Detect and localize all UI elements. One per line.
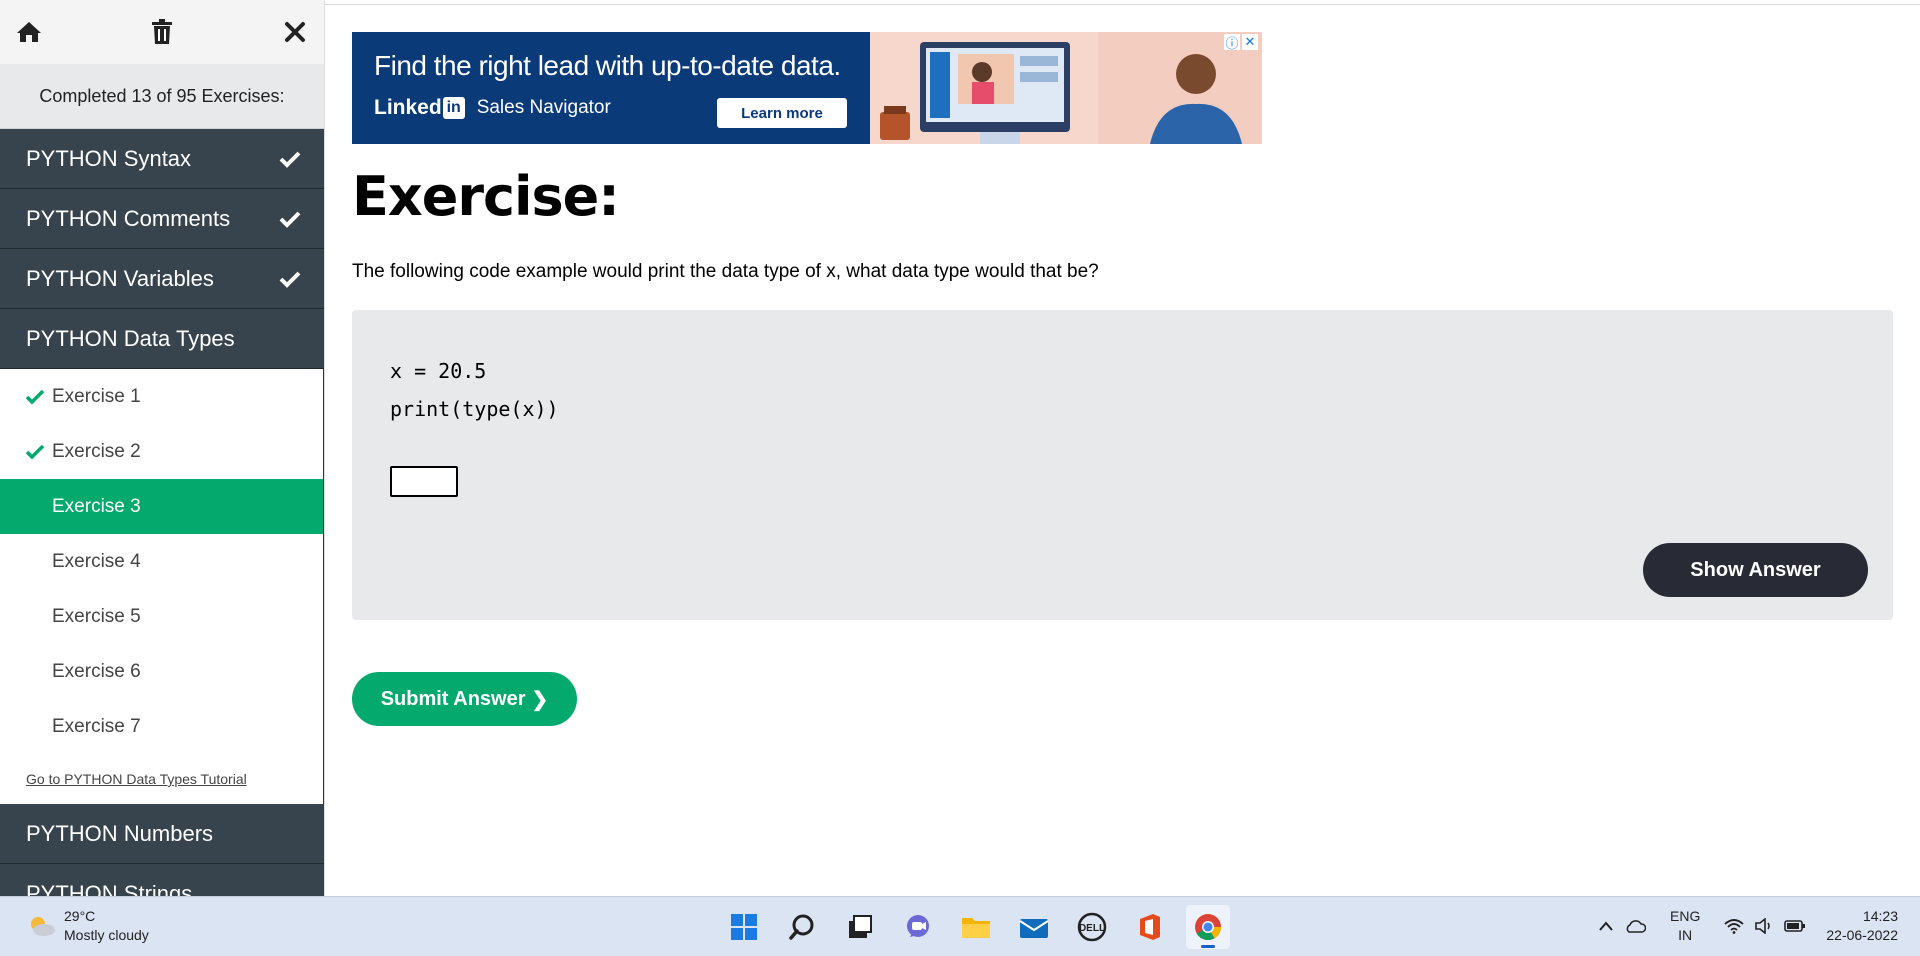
- teams-chat-icon[interactable]: [896, 905, 940, 949]
- checkmark-icon: [279, 211, 301, 228]
- exercise-item-5[interactable]: Exercise 5: [0, 589, 323, 644]
- exercise-label: Exercise 2: [52, 440, 141, 462]
- ad-controls: ⓘ ✕: [1224, 34, 1258, 51]
- section-label: PYTHON Numbers: [26, 820, 214, 846]
- ad-brand-sub: Sales Navigator: [476, 97, 611, 118]
- exercise-label: Exercise 7: [52, 715, 141, 737]
- clock-date: 22-06-2022: [1826, 927, 1898, 943]
- exercise-label: Exercise 5: [52, 605, 141, 627]
- section-label: PYTHON Variables: [26, 265, 214, 291]
- search-icon[interactable]: [780, 905, 824, 949]
- ad-learn-more-button[interactable]: Learn more: [717, 98, 847, 128]
- system-tray: ENG IN: [1598, 907, 1806, 945]
- exercise-item-6[interactable]: Exercise 6: [0, 644, 323, 699]
- exercise-item-7[interactable]: Exercise 7: [0, 699, 323, 754]
- code-example: x = 20.5 print(type(x)): [390, 352, 559, 428]
- ad-banner[interactable]: Find the right lead with up-to-date data…: [352, 32, 1262, 144]
- file-explorer-icon[interactable]: [954, 905, 998, 949]
- exercise-list: Exercise 1 Exercise 2 Exercise 3 Exercis…: [0, 369, 324, 804]
- code-line: x = 20.5: [390, 359, 487, 383]
- language-region: IN: [1678, 927, 1693, 943]
- submit-answer-button[interactable]: Submit Answer ❯: [352, 672, 577, 726]
- ad-close-icon[interactable]: ✕: [1242, 34, 1258, 50]
- partly-cloudy-icon: [31, 917, 55, 936]
- weather-temperature: 29°C: [64, 908, 96, 924]
- trash-icon[interactable]: [147, 17, 177, 47]
- chrome-icon[interactable]: [1186, 905, 1230, 949]
- task-view-icon[interactable]: [838, 905, 882, 949]
- office-icon[interactable]: [1128, 905, 1172, 949]
- chevron-right-icon: ❯: [531, 688, 549, 711]
- windows-start-icon[interactable]: [722, 905, 766, 949]
- language-code: ENG: [1670, 908, 1701, 924]
- home-icon[interactable]: [14, 17, 44, 47]
- sidebar-section-syntax[interactable]: PYTHON Syntax: [0, 129, 324, 189]
- system-clock[interactable]: 14:23 22-06-2022: [1826, 907, 1898, 945]
- code-line: print(type(x)): [390, 397, 559, 421]
- checkmark-icon: [26, 389, 46, 405]
- ad-illustration-graphic: [870, 32, 1262, 144]
- sidebar-section-comments[interactable]: PYTHON Comments: [0, 189, 324, 249]
- weather-widget[interactable]: 29°C Mostly cloudy: [26, 907, 149, 945]
- checkmark-icon: [26, 444, 46, 460]
- windows-taskbar: 29°C Mostly cloudy DELL ENG IN 14:23 22-…: [0, 896, 1920, 956]
- exercise-label: Exercise 3: [52, 495, 141, 517]
- ad-headline: Find the right lead with up-to-date data…: [374, 50, 841, 81]
- dell-icon[interactable]: DELL: [1070, 905, 1114, 949]
- volume-icon[interactable]: [1754, 918, 1774, 934]
- exercise-sidebar: Completed 13 of 95 Exercises: PYTHON Syn…: [0, 0, 325, 896]
- close-icon[interactable]: [280, 17, 310, 47]
- sidebar-section-strings[interactable]: PYTHON Strings: [0, 864, 324, 896]
- sidebar-section-data-types[interactable]: PYTHON Data Types: [0, 309, 324, 369]
- clock-time: 14:23: [1862, 908, 1898, 924]
- section-label: PYTHON Data Types: [26, 325, 235, 351]
- onedrive-cloud-icon[interactable]: [1624, 918, 1646, 934]
- sidebar-section-variables[interactable]: PYTHON Variables: [0, 249, 324, 309]
- page-title: Exercise:: [352, 165, 620, 228]
- submit-label: Submit Answer: [380, 687, 526, 710]
- top-divider: [325, 4, 1920, 5]
- section-label: PYTHON Comments: [26, 205, 231, 231]
- section-label: PYTHON Strings: [26, 880, 193, 897]
- language-indicator[interactable]: ENG IN: [1670, 907, 1700, 945]
- completion-status: Completed 13 of 95 Exercises:: [0, 64, 324, 129]
- weather-description: Mostly cloudy: [64, 927, 149, 943]
- exercise-item-3[interactable]: Exercise 3: [0, 479, 323, 534]
- sidebar-section-numbers[interactable]: PYTHON Numbers: [0, 804, 324, 864]
- sidebar-toolbar: [0, 0, 324, 64]
- exercise-label: Exercise 1: [52, 385, 141, 407]
- exercise-item-2[interactable]: Exercise 2: [0, 424, 323, 479]
- chevron-up-icon[interactable]: [1598, 920, 1614, 932]
- checkmark-icon: [279, 271, 301, 288]
- ad-text-panel: Find the right lead with up-to-date data…: [352, 32, 870, 144]
- exercise-label: Exercise 6: [52, 660, 141, 682]
- exercise-question: The following code example would print t…: [352, 261, 1099, 282]
- exercise-item-4[interactable]: Exercise 4: [0, 534, 323, 589]
- battery-icon[interactable]: [1784, 918, 1806, 934]
- checkmark-icon: [279, 151, 301, 168]
- answer-input[interactable]: [390, 466, 458, 497]
- svg-text:DELL: DELL: [1079, 923, 1105, 934]
- taskbar-apps: DELL: [722, 905, 1230, 949]
- exercise-panel: x = 20.5 print(type(x)) Show Answer: [352, 310, 1893, 620]
- linkedin-logo-icon: in: [442, 97, 465, 119]
- exercise-item-1[interactable]: Exercise 1: [0, 369, 323, 424]
- wifi-icon[interactable]: [1724, 918, 1744, 934]
- ad-brand-name: Linked: [374, 96, 442, 119]
- tutorial-link[interactable]: Go to PYTHON Data Types Tutorial: [0, 754, 323, 804]
- section-label: PYTHON Syntax: [26, 145, 192, 171]
- mail-icon[interactable]: [1012, 905, 1056, 949]
- ad-info-icon[interactable]: ⓘ: [1224, 34, 1240, 51]
- show-answer-button[interactable]: Show Answer: [1643, 543, 1868, 597]
- ad-illustration: ⓘ ✕: [870, 32, 1262, 144]
- exercise-label: Exercise 4: [52, 550, 141, 572]
- ad-brand: Linked in Sales Navigator: [374, 96, 611, 120]
